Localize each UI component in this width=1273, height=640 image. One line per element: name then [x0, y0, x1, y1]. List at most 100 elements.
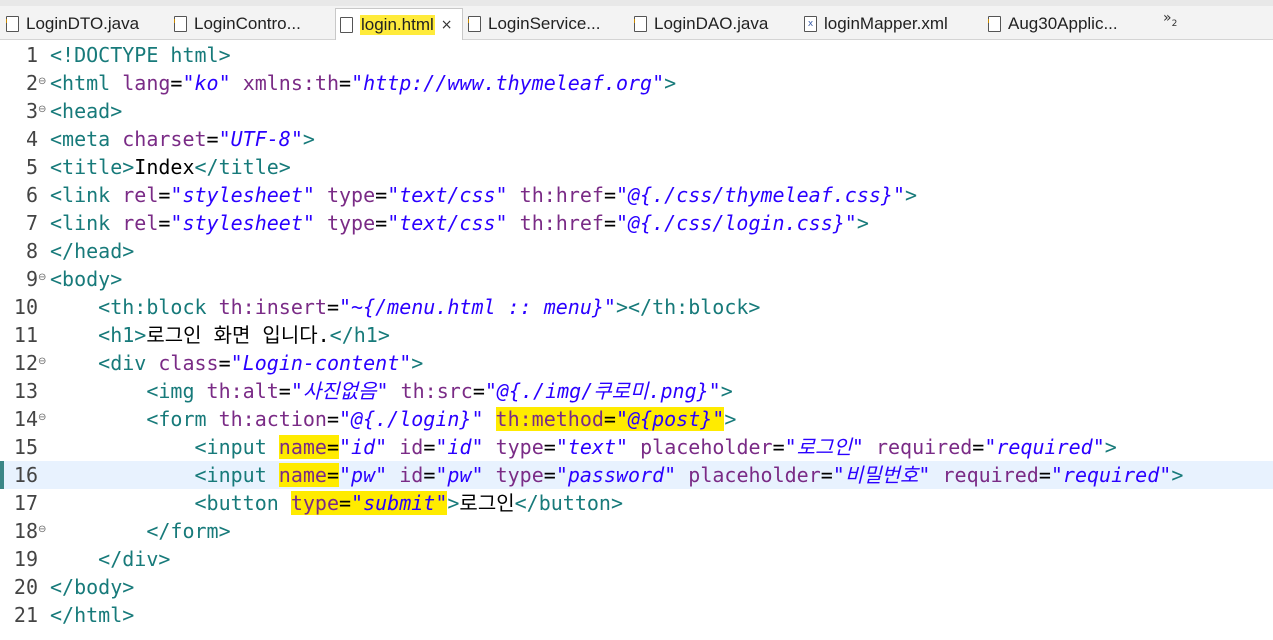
code-token: =	[820, 463, 833, 487]
highlighted-token: name	[278, 435, 327, 459]
code-line-18[interactable]: 18 ⊖ </form>	[0, 517, 1273, 545]
code-token: "stylesheet"	[170, 183, 315, 207]
fold-collapse-icon[interactable]: ⊖	[38, 69, 48, 95]
code-line-19[interactable]: 19 </div>	[0, 545, 1273, 573]
code-token: >	[411, 351, 424, 375]
code-token: type	[495, 463, 544, 487]
java-file-icon	[174, 16, 187, 32]
code-token: =	[603, 183, 616, 207]
code-token: <body>	[50, 267, 123, 291]
code-line-12[interactable]: 12 ⊖ <div class="Login-content">	[0, 349, 1273, 377]
code-text: <img th:alt="사진없음" th:src="@{./img/쿠로미.p…	[50, 377, 732, 405]
code-line-17[interactable]: 17 <button type="submit">로그인</button>	[0, 489, 1273, 517]
code-token: <head>	[50, 99, 123, 123]
code-token: =	[375, 183, 388, 207]
code-line-10[interactable]: 10 <th:block th:insert="~{/menu.html :: …	[0, 293, 1273, 321]
highlighted-token: =	[603, 407, 616, 431]
code-token: </html>	[50, 603, 135, 627]
code-line-6[interactable]: 6 <link rel="stylesheet" type="text/css" …	[0, 181, 1273, 209]
code-token: =	[326, 295, 340, 319]
code-line-16[interactable]: 16 <input name="pw" id="pw" type="passwo…	[0, 461, 1273, 489]
highlighted-token: =	[339, 491, 352, 515]
code-token: =	[218, 351, 231, 375]
chevron-double-right-icon: »	[1163, 10, 1172, 26]
fold-collapse-icon[interactable]: ⊖	[38, 265, 48, 291]
line-number: 21	[13, 603, 38, 627]
line-number: 3	[25, 99, 38, 123]
code-token: <img	[146, 379, 207, 403]
code-token: 로그인 화면 입니다.	[146, 323, 330, 347]
code-editor[interactable]: 1 <!DOCTYPE html> 2 ⊖ <html lang="ko" xmlns:…	[0, 40, 1273, 640]
tab-aug30application[interactable]: Aug30Applic...	[988, 8, 1138, 40]
tab-logindto[interactable]: LoginDTO.java	[6, 8, 166, 40]
fold-collapse-icon[interactable]: ⊖	[38, 517, 48, 543]
fold-collapse-icon[interactable]: ⊖	[38, 97, 48, 123]
code-line-14[interactable]: 14 ⊖ <form th:action="@{./login}" th:meth…	[0, 405, 1273, 433]
tab-loginservice[interactable]: LoginService...	[468, 8, 630, 40]
line-number: 1	[25, 43, 38, 67]
java-file-icon	[634, 16, 647, 32]
change-marker	[0, 461, 4, 489]
fold-collapse-icon[interactable]: ⊖	[38, 405, 48, 431]
code-token: </title>	[194, 155, 291, 179]
code-token: "Login-content"	[230, 351, 412, 375]
line-number: 4	[25, 127, 38, 151]
code-line-5[interactable]: 5 <title>Index</title>	[0, 153, 1273, 181]
code-line-8[interactable]: 8 </head>	[0, 237, 1273, 265]
code-token: "UTF-8"	[218, 127, 303, 151]
line-number: 5	[25, 155, 38, 179]
code-text: </head>	[50, 237, 134, 265]
code-line-1[interactable]: 1 <!DOCTYPE html>	[0, 41, 1273, 69]
line-number: 19	[13, 547, 38, 571]
line-number: 6	[25, 183, 38, 207]
code-token: <input	[194, 463, 279, 487]
code-token: <link	[50, 183, 123, 207]
code-token: =	[326, 407, 339, 431]
code-token: =	[603, 211, 616, 235]
code-token: =	[543, 463, 556, 487]
code-text: <div class="Login-content">	[50, 349, 423, 377]
code-text: <head>	[50, 97, 122, 125]
code-token: "http://www.thymeleaf.org"	[351, 71, 665, 95]
code-token: =	[423, 435, 436, 459]
code-line-7[interactable]: 7 <link rel="stylesheet" type="text/css" …	[0, 209, 1273, 237]
code-line-3[interactable]: 3 ⊖ <head>	[0, 97, 1273, 125]
code-token: </head>	[50, 239, 135, 263]
close-tab-icon[interactable]: ×	[441, 17, 453, 33]
code-token: =	[472, 379, 485, 403]
code-line-21[interactable]: 21 </html>	[0, 601, 1273, 629]
tab-loginmapper[interactable]: x loginMapper.xml	[804, 8, 984, 40]
code-token: Index	[134, 155, 195, 179]
code-text: <body>	[50, 265, 122, 293]
java-file-icon	[468, 16, 481, 32]
code-text: <h1>로그인 화면 입니다.</h1>	[50, 321, 390, 349]
code-line-15[interactable]: 15 <input name="id" id="id" type="text" …	[0, 433, 1273, 461]
tab-login-html[interactable]: login.html ×	[335, 8, 463, 41]
code-token: <meta	[50, 127, 123, 151]
code-line-4[interactable]: 4 <meta charset="UTF-8">	[0, 125, 1273, 153]
tab-logindao[interactable]: LoginDAO.java	[634, 8, 796, 40]
tab-logincontroller[interactable]: LoginContro...	[174, 8, 334, 40]
code-token: =	[375, 211, 388, 235]
code-token: id	[399, 463, 424, 487]
code-token: class	[158, 351, 219, 375]
code-token: <button	[194, 491, 291, 515]
code-token: =	[170, 71, 183, 95]
code-line-2[interactable]: 2 ⊖ <html lang="ko" xmlns:th="http://www.t…	[0, 69, 1273, 97]
code-text: <input name="pw" id="pw" type="password"…	[50, 461, 1183, 489]
more-tabs-button[interactable]: »2	[1163, 10, 1177, 29]
code-line-9[interactable]: 9 ⊖ <body>	[0, 265, 1273, 293]
code-line-20[interactable]: 20 </body>	[0, 573, 1273, 601]
code-token: >	[724, 407, 737, 431]
code-token: =	[339, 71, 352, 95]
code-token: =	[972, 435, 985, 459]
code-line-13[interactable]: 13 <img th:alt="사진없음" th:src="@{./img/쿠로…	[0, 377, 1273, 405]
code-line-11[interactable]: 11 <h1>로그인 화면 입니다.</h1>	[0, 321, 1273, 349]
code-token: "비밀번호"	[832, 463, 931, 487]
fold-collapse-icon[interactable]: ⊖	[38, 349, 48, 375]
code-token: id	[399, 435, 424, 459]
